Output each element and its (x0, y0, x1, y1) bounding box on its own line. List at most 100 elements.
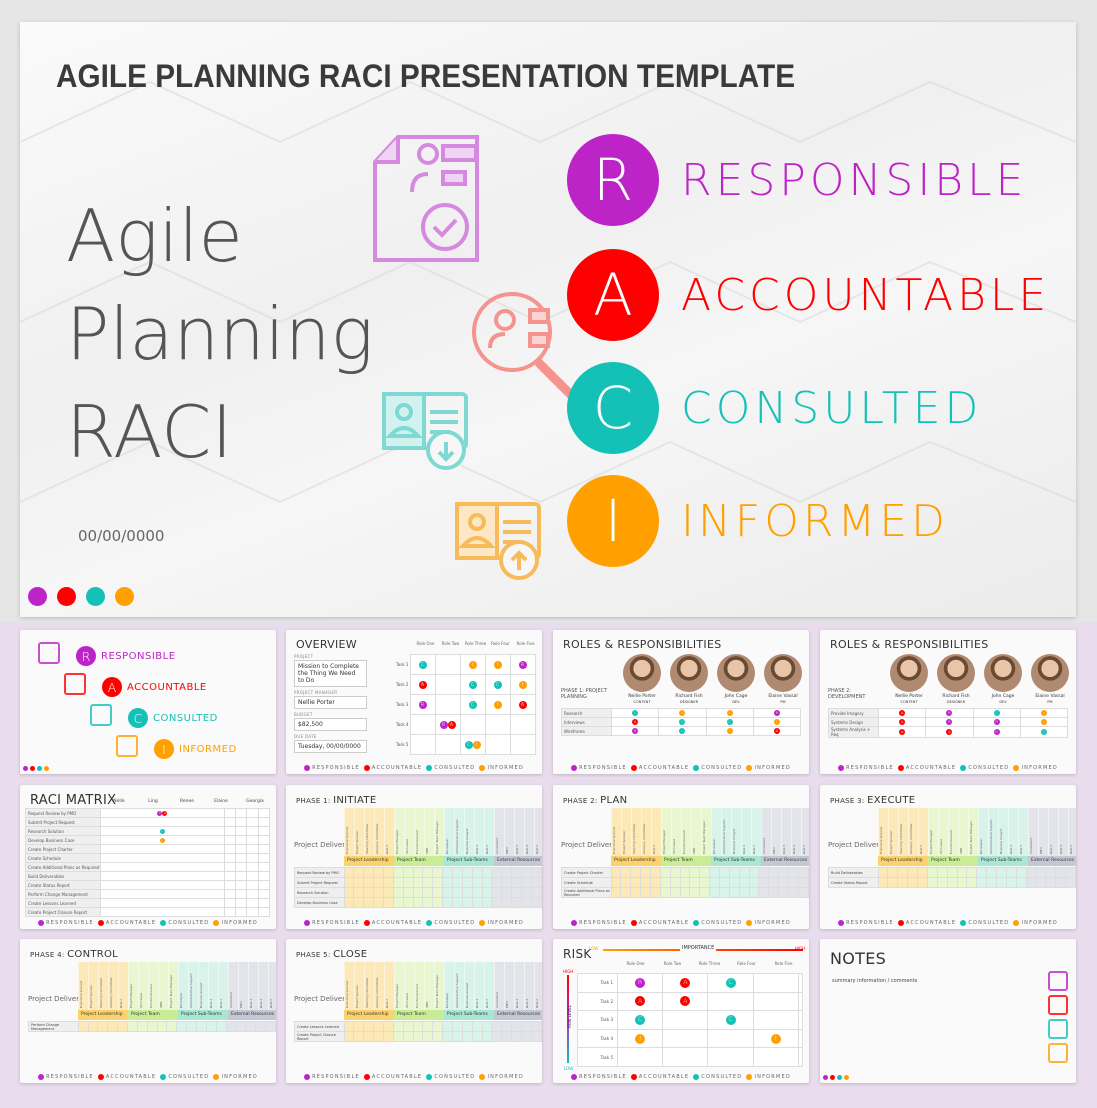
thumb-title: RISK (563, 947, 592, 961)
task-label: Task 1 (396, 662, 409, 667)
thumb-title: PHASE 4: CONTROL (30, 947, 118, 960)
y-axis-label: RISK LEVEL (566, 1005, 572, 1028)
legend-dot-icon (1013, 920, 1020, 926)
grid-cell (117, 1021, 128, 1032)
group-header: External Resources (761, 856, 809, 866)
main-slide-preview[interactable]: AGILE PLANNING RACI PRESENTATION TEMPLAT… (20, 22, 1076, 617)
raci-c-badge-icon: C (468, 680, 477, 689)
legend-label: RESPONSIBLE (579, 765, 627, 771)
risk-grid: Task 1 R A C Task 2 A A Task 3 C C Task 4 I I Task 5 (577, 973, 804, 1067)
raci-a-badge-icon: A (518, 700, 527, 709)
field-value[interactable]: $82,500 (294, 718, 367, 731)
grid-cell (176, 1021, 188, 1032)
grid-cell (610, 877, 622, 888)
grid-cell (797, 1028, 804, 1049)
legend-item-responsible: RESPONSIBLE (304, 1074, 360, 1080)
grid-cell: RA (100, 808, 225, 818)
grid-cell (877, 867, 889, 878)
grid-cell (343, 897, 355, 908)
column-header: Project Manager (394, 808, 404, 856)
thumb-phase1[interactable]: PHASE 1: INITIATEProject Deliverable or … (286, 785, 542, 929)
grid-cell: C (616, 1010, 664, 1030)
grid-cell (484, 714, 511, 735)
raci-i-badge-icon: I (726, 710, 733, 716)
column-header: SME (158, 962, 168, 1010)
thumb-title: NOTES (830, 949, 887, 968)
thumb-notes[interactable]: NOTES summary information / comments (820, 939, 1076, 1083)
overview-grid: Task 1 C I I R Task 2 A C C I Task 3 R C I A Task 4 R A Ta… (396, 654, 536, 755)
grid-cell (422, 897, 434, 908)
thumb-raci-cover[interactable]: R RESPONSIBLE A ACCOUNTABLE C CONSULTED I INFOR… (20, 630, 276, 774)
column-header: Executive Sponsor (878, 808, 888, 856)
grid-cell (689, 877, 701, 888)
legend-label: INFORMED (754, 1074, 791, 1080)
grid-cell: R (610, 726, 660, 736)
column-header: Developer (178, 962, 188, 1010)
legend-item-accountable: ACCOUNTABLE (897, 920, 956, 926)
role-header: Role One (416, 641, 435, 646)
field-value[interactable]: Tuesday, 00/00/0000 (294, 740, 367, 753)
grid-cell (392, 897, 404, 908)
column-header: Role 3 (781, 808, 791, 856)
task-label: Build Deliverables (25, 871, 101, 881)
column-header: Role 4 (474, 808, 484, 856)
raci-i-badge-icon: I (493, 700, 502, 709)
grid-cell (223, 835, 237, 845)
raci-r-badge-icon: R (773, 710, 780, 716)
person-header: Ling (148, 799, 158, 804)
grid-cell: A (616, 991, 664, 1012)
grid-cell (246, 871, 259, 881)
y-low-label: LOW (564, 1066, 574, 1071)
matrix-table: Request Review by PMO R A Submit Project Re… (25, 808, 271, 917)
column-header: Role 5 (384, 808, 394, 856)
field-value[interactable]: Mission to Complete the Thing We Need to… (294, 660, 367, 687)
mini-color-dots (23, 766, 49, 771)
thumb-phase3[interactable]: PHASE 3: EXECUTEProject Deliverable or A… (820, 785, 1076, 929)
legend-item-accountable: ACCOUNTABLE (363, 1074, 422, 1080)
grid-cell (461, 877, 473, 888)
thumb-roles-phase2[interactable]: ROLES & RESPONSIBILITIES Nellie Porter CO… (820, 630, 1076, 774)
thumb-raci-matrix[interactable]: RACI MATRIX Nelle Ling Renee Elaine Georgia R… (20, 785, 276, 929)
raci-informed: I INFORMED (567, 475, 949, 567)
grid-cell (402, 1021, 414, 1032)
grid-cell (77, 1021, 89, 1032)
grid-cell (956, 867, 968, 878)
raci-i-badge-icon: I (493, 660, 502, 669)
column-header: Administrative Support (454, 962, 464, 1010)
legend-dot-icon (479, 1074, 486, 1080)
thumb-phase5[interactable]: PHASE 5: CLOSEProject Deliverable or Act… (286, 939, 542, 1083)
task-label: Interviews (561, 717, 612, 727)
grid-cell (491, 1031, 503, 1042)
column-header: Project Manager (661, 808, 671, 856)
purple-dot (28, 587, 47, 606)
raci-responsible: R RESPONSIBLE (567, 134, 1027, 226)
grid-cell (246, 835, 259, 845)
thumb-overview[interactable]: OVERVIEW PROJECT Mission to Complete the … (286, 630, 542, 774)
grid-cell (442, 877, 453, 888)
column-header: Developer (444, 808, 454, 856)
thumb-phase4[interactable]: PHASE 4: CONTROLProject Deliverable or A… (20, 939, 276, 1083)
grid-cell (461, 867, 473, 878)
legend-item-informed: INFORMED (746, 765, 790, 771)
mini-dot (23, 766, 28, 771)
thumb-phase2[interactable]: PHASE 2: PLANProject Deliverable or Acti… (553, 785, 809, 929)
grid-cell (223, 844, 237, 854)
task-label: Task 2 (396, 682, 409, 687)
column-headers: Executive Sponsor Project Sponsor Steering… (611, 808, 809, 856)
color-dots (28, 587, 134, 606)
column-header: Administrative Support (721, 808, 731, 856)
thumb-risk[interactable]: RISK LOW IMPORTANCE HIGH HIGH RISK LEVEL LOW R… (553, 939, 809, 1083)
legend-dot-icon (571, 920, 578, 926)
column-header: Executive Sponsor (344, 808, 354, 856)
grid-cell (452, 897, 463, 908)
grid-cell (511, 897, 523, 908)
grid-cell (432, 897, 444, 908)
field-value[interactable]: Nellie Porter (294, 696, 367, 709)
grid-cell (917, 867, 928, 878)
grid-cell (246, 898, 259, 908)
mini-dot (30, 766, 35, 771)
grid-cell (659, 877, 671, 888)
column-headers: Executive Sponsor Project Sponsor Steering… (878, 808, 1076, 856)
grid-cell (650, 867, 661, 878)
thumb-roles-phase1[interactable]: ROLES & RESPONSIBILITIES Nellie Porter CO… (553, 630, 809, 774)
